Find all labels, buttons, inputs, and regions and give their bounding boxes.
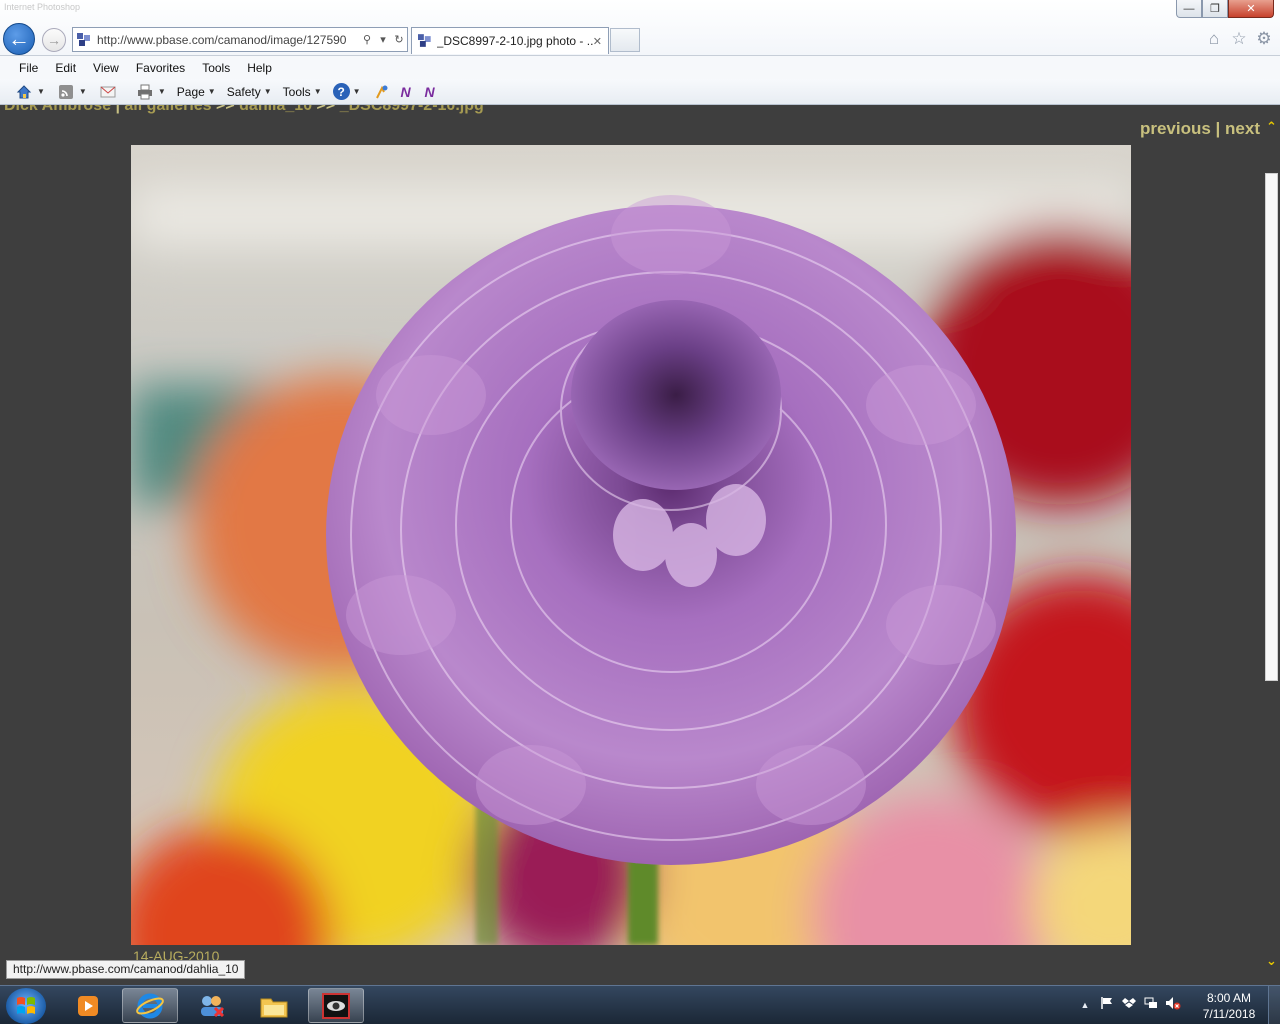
maximize-button[interactable]: ❐	[1202, 0, 1228, 18]
tab-active[interactable]: _DSC8997-2-10.jpg photo - ... ✕	[411, 27, 609, 54]
nav-separator: |	[1215, 119, 1221, 138]
refresh-icon[interactable]: ↻	[391, 30, 407, 50]
research-icon[interactable]	[372, 82, 392, 102]
taskbar-internet-explorer[interactable]	[122, 988, 178, 1023]
print-icon[interactable]	[135, 82, 155, 102]
image-navigation: previous | next	[1140, 119, 1260, 139]
breadcrumb-gallery-link[interactable]: dahlia_10	[239, 105, 312, 114]
clock-time: 8:00 AM	[1206, 991, 1252, 1005]
dahlia-photo-image	[131, 145, 1131, 945]
cmd-safety-menu[interactable]: Safety ▼	[227, 85, 279, 99]
network-users-icon	[201, 995, 225, 1017]
tab-close-icon[interactable]: ✕	[593, 35, 602, 48]
page-menu-label[interactable]: Page	[177, 85, 205, 99]
menu-view[interactable]: View	[87, 59, 125, 77]
breadcrumb-separator: |	[115, 105, 120, 114]
menu-help[interactable]: Help	[241, 59, 278, 77]
breadcrumb: Dick Ambrose | all galleries >> dahlia_1…	[4, 105, 484, 115]
folder-icon	[260, 998, 288, 1017]
breadcrumb-owner-link[interactable]: Dick Ambrose	[4, 105, 111, 114]
cmd-mail-group[interactable]	[98, 82, 131, 102]
chevron-down-icon[interactable]: ▼	[79, 87, 87, 96]
media-player-icon	[78, 995, 98, 1016]
clock-date: 7/11/2018	[1202, 1007, 1256, 1021]
tools-menu-label[interactable]: Tools	[283, 85, 311, 99]
chevron-down-icon[interactable]: ▼	[264, 87, 272, 96]
title-bar: Internet Photoshop — ❐ ✕ ← → http://www.…	[0, 0, 1280, 56]
dahlia-photo[interactable]	[131, 145, 1131, 945]
eye-app-icon	[322, 992, 350, 1019]
next-link[interactable]: next	[1225, 119, 1260, 138]
previous-link[interactable]: previous	[1140, 119, 1211, 138]
taskbar-media-player[interactable]	[60, 988, 116, 1023]
command-bar: ▼ ▼ ▼ Page ▼ Safety ▼ Tools ▼ ? ▼ N N	[0, 79, 1280, 105]
tray-expand-icon[interactable]: ▲	[1074, 1000, 1096, 1010]
internet-explorer-icon	[136, 993, 164, 1018]
menu-file[interactable]: File	[13, 59, 44, 77]
scroll-thumb[interactable]	[1265, 173, 1278, 681]
chevron-down-icon[interactable]: ▼	[158, 87, 166, 96]
breadcrumb-arrow: >>	[316, 105, 336, 114]
address-dropdown-icon[interactable]: ▾	[375, 30, 391, 50]
browser-window: Internet Photoshop — ❐ ✕ ← → http://www.…	[0, 0, 1280, 1024]
back-button[interactable]: ←	[3, 23, 35, 55]
window-title: Internet Photoshop	[4, 2, 81, 12]
onenote-icon[interactable]: N	[396, 82, 416, 102]
safety-menu-label[interactable]: Safety	[227, 85, 261, 99]
rss-feed-icon[interactable]	[56, 82, 76, 102]
chevron-down-icon[interactable]: ▼	[353, 87, 361, 96]
network-icon[interactable]	[1140, 996, 1162, 1013]
menu-tools[interactable]: Tools	[196, 59, 236, 77]
cmd-home-group[interactable]: ▼	[14, 82, 52, 102]
breadcrumb-image-name: _DSC8997-2-10.jpg	[339, 105, 484, 114]
favorites-star-icon[interactable]: ☆	[1228, 28, 1250, 50]
home-icon[interactable]	[14, 82, 34, 102]
onenote-linked-icon[interactable]: N	[420, 82, 440, 102]
menu-bar: File Edit View Favorites Tools Help	[0, 56, 1280, 79]
taskbar-clock[interactable]: 8:00 AM 7/11/2018	[1196, 990, 1262, 1022]
close-button[interactable]: ✕	[1228, 0, 1274, 18]
tab-label: _DSC8997-2-10.jpg photo - ...	[436, 34, 593, 48]
forward-button[interactable]: →	[42, 28, 66, 52]
system-tray: ▲	[1074, 996, 1184, 1013]
help-icon[interactable]: ?	[332, 83, 350, 100]
show-desktop-button[interactable]	[1268, 986, 1280, 1024]
address-bar[interactable]: http://www.pbase.com/camanod/image/12759…	[72, 27, 408, 52]
cmd-help-menu[interactable]: ? ▼	[332, 83, 368, 100]
volume-muted-icon[interactable]	[1162, 996, 1184, 1013]
taskbar-network-users[interactable]	[184, 988, 240, 1023]
menu-favorites[interactable]: Favorites	[130, 59, 191, 77]
minimize-button[interactable]: —	[1176, 0, 1202, 18]
scroll-up-arrow-icon[interactable]: ⌃	[1263, 119, 1280, 135]
chevron-down-icon[interactable]: ▼	[37, 87, 45, 96]
gear-icon[interactable]: ⚙	[1253, 28, 1275, 50]
new-tab-button[interactable]	[610, 28, 640, 52]
taskbar-eye-app[interactable]	[308, 988, 364, 1023]
vertical-scrollbar[interactable]: ⌃ ⌄	[1263, 105, 1280, 985]
mail-icon[interactable]	[98, 82, 118, 102]
breadcrumb-arrow: >>	[216, 105, 235, 114]
breadcrumb-galleries-link[interactable]: all galleries	[124, 105, 211, 114]
cmd-feeds-group[interactable]: ▼	[56, 82, 94, 102]
dropbox-icon[interactable]	[1118, 996, 1140, 1013]
cmd-page-menu[interactable]: Page ▼	[177, 85, 223, 99]
cmd-tools-menu[interactable]: Tools ▼	[283, 85, 329, 99]
site-favicon-icon	[77, 32, 91, 47]
tab-favicon-icon	[418, 34, 431, 47]
menu-edit[interactable]: Edit	[49, 59, 82, 77]
address-url-text[interactable]: http://www.pbase.com/camanod/image/12759…	[97, 33, 359, 47]
windows-logo-icon	[17, 997, 35, 1014]
taskbar-file-explorer[interactable]	[246, 988, 302, 1023]
home-icon[interactable]: ⌂	[1203, 28, 1225, 50]
action-center-flag-icon[interactable]	[1096, 996, 1118, 1013]
page-content: Dick Ambrose | all galleries >> dahlia_1…	[0, 105, 1263, 985]
status-url-tooltip: http://www.pbase.com/camanod/dahlia_10	[6, 960, 246, 979]
scroll-down-arrow-icon[interactable]: ⌄	[1263, 953, 1280, 969]
search-icon[interactable]: ⚲	[359, 30, 375, 50]
cmd-print-group[interactable]: ▼	[135, 82, 173, 102]
chevron-down-icon[interactable]: ▼	[314, 87, 322, 96]
taskbar: ▲ 8:00 AM 7/11/2018	[0, 985, 1280, 1024]
start-button[interactable]	[6, 988, 46, 1024]
chevron-down-icon[interactable]: ▼	[208, 87, 216, 96]
